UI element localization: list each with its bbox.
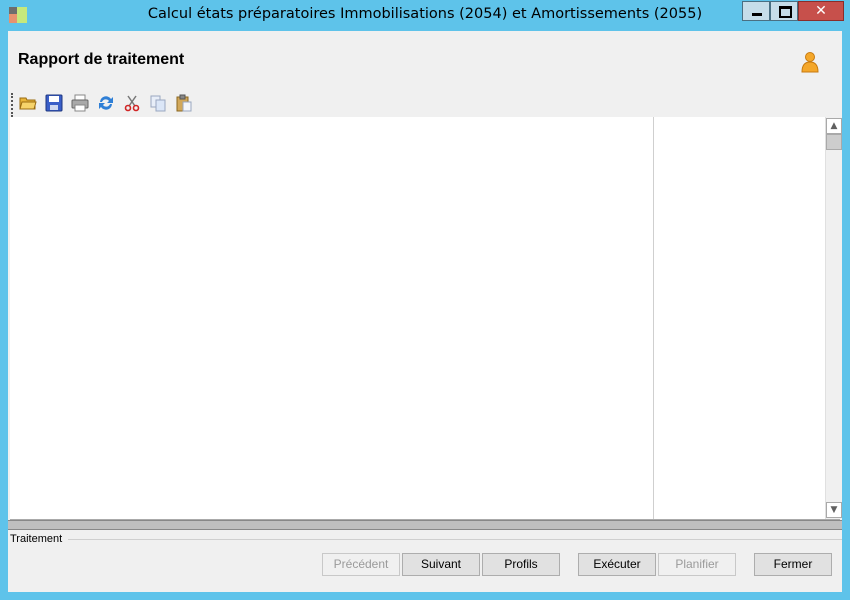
window-title: Calcul états préparatoires Immobilisatio… (147, 6, 703, 22)
minimize-icon (752, 13, 762, 16)
maximize-icon (779, 6, 792, 18)
minimize-button[interactable] (742, 1, 770, 21)
next-button[interactable]: Suivant (402, 553, 480, 576)
save-icon[interactable] (45, 94, 63, 112)
previous-button[interactable]: Précédent (322, 553, 400, 576)
copy-icon[interactable] (149, 94, 167, 112)
execute-button[interactable]: Exécuter (578, 553, 656, 576)
profiles-button[interactable]: Profils (482, 553, 560, 576)
refresh-icon[interactable] (97, 94, 115, 112)
paste-icon[interactable] (175, 94, 193, 112)
processing-group: Traitement (8, 533, 842, 545)
title-bar[interactable]: Calcul états préparatoires Immobilisatio… (0, 0, 850, 30)
scroll-up-button[interactable]: ▲ (826, 118, 842, 134)
close-window-button[interactable]: ✕ (798, 1, 844, 21)
maximize-button[interactable] (770, 1, 798, 21)
app-window: Calcul états préparatoires Immobilisatio… (0, 0, 850, 600)
toolbar-grip[interactable] (11, 93, 15, 117)
close-button[interactable]: Fermer (754, 553, 832, 576)
client-area: Rapport de traitement ▲ ▼ Traitement Pré… (8, 31, 842, 592)
scroll-down-button[interactable]: ▼ (826, 502, 842, 518)
vertical-scrollbar[interactable]: ▲ ▼ (825, 117, 842, 519)
pane-divider[interactable] (653, 117, 654, 519)
status-bar (8, 520, 842, 530)
close-icon: ✕ (815, 3, 827, 19)
cut-icon[interactable] (123, 94, 141, 112)
scroll-thumb[interactable] (826, 134, 842, 150)
user-icon[interactable] (799, 51, 821, 73)
folder-open-icon[interactable] (19, 94, 37, 112)
print-icon[interactable] (71, 94, 89, 112)
report-area[interactable]: ▲ ▼ (10, 117, 842, 520)
group-label: Traitement (10, 533, 66, 545)
page-title: Rapport de traitement (18, 51, 185, 68)
group-divider (68, 539, 842, 540)
schedule-button[interactable]: Planifier (658, 553, 736, 576)
toolbar (8, 90, 842, 117)
